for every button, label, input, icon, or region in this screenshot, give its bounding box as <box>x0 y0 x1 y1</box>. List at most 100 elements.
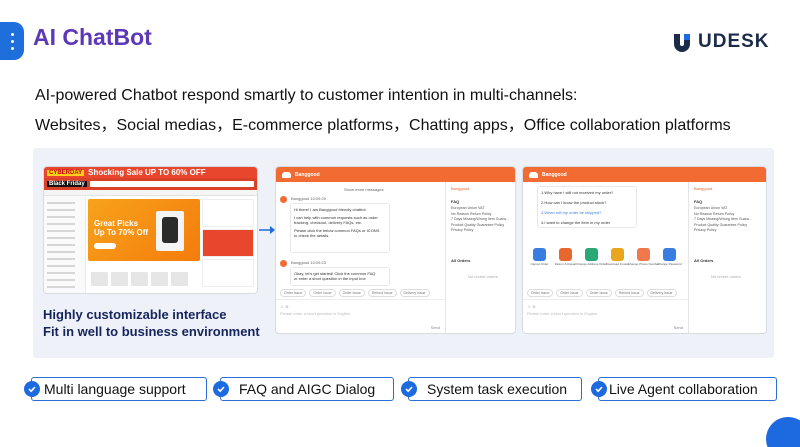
faq-question-card: 1.Why have I still not received my order… <box>537 186 637 228</box>
message-time: 10:09:20 <box>310 196 326 201</box>
faq-list: European Union VAT No Reason Return Poli… <box>451 206 509 234</box>
task-label: Return & Repair <box>554 262 577 266</box>
task-label: Cancel Order <box>530 262 549 266</box>
no-orders-text: No recent orders <box>468 274 498 279</box>
chat-conversation: Show more messages Banggood 10:09:20 Hi … <box>276 182 446 333</box>
task-label: Download Invoice <box>605 262 630 266</box>
faq-question[interactable]: 2.How can I know the product stock? <box>541 200 633 205</box>
udesk-logo: UDESK <box>672 31 770 53</box>
faq-title: FAQ <box>451 199 460 204</box>
chat-input[interactable]: ☺ ⊕ Please enter a short question in Eng… <box>523 299 688 333</box>
ecommerce-searchbar: Black Friday <box>44 178 257 190</box>
faq-item[interactable]: 7 Days Missing/Wrong Item Guara... <box>694 217 752 223</box>
ecommerce-topbar: CYBERDAY Shocking Sale UP TO 60% OFF <box>44 167 257 178</box>
cancel-order-icon <box>533 248 546 261</box>
side-panel-title: Banggood <box>694 186 713 191</box>
bot-message: Hi there! I am Banggood friendly chatbot… <box>290 203 390 253</box>
bot-avatar-icon <box>529 171 538 178</box>
faq-item[interactable]: Privacy Policy <box>451 228 509 234</box>
promo-card[interactable] <box>202 259 254 287</box>
task-label: Change Phone Number <box>627 262 660 266</box>
smiley-icon[interactable]: ☺ ⊕ <box>527 304 536 309</box>
check-circle-icon <box>591 381 607 397</box>
send-button[interactable]: Send <box>431 325 440 330</box>
message-line: Hi there! I am Banggood friendly chatbot… <box>294 207 367 212</box>
more-vertical-icon <box>10 31 14 52</box>
orders-title: All Orders <box>694 258 714 263</box>
faq-title: FAQ <box>694 199 703 204</box>
intro-line-2: Websites，Social medias，E-commerce platfo… <box>35 117 731 134</box>
return-repair-icon <box>559 248 572 261</box>
task-download-invoice[interactable]: Download Invoice <box>605 248 630 267</box>
faq-question[interactable]: 1.Why have I still not received my order… <box>541 190 633 195</box>
chat-brand: Banggood <box>295 171 320 178</box>
faq-question[interactable]: 3.When will my order be shipped? <box>541 210 633 215</box>
task-cancel-order[interactable]: Cancel Order <box>529 248 550 267</box>
bot-avatar-icon <box>280 260 287 267</box>
sale-banner-text: Shocking Sale UP TO 60% OFF <box>88 168 206 177</box>
ecommerce-search-input[interactable] <box>89 181 254 187</box>
sender-name: Banggood <box>291 196 310 201</box>
feature-label: Multi language support <box>44 381 186 397</box>
task-change-password[interactable]: Change Password <box>657 248 682 267</box>
bot-avatar-icon <box>280 196 287 203</box>
feature-faq-aigc: FAQ and AIGC Dialog <box>213 377 394 401</box>
chat-input-placeholder: Please enter a short question in English <box>527 311 598 316</box>
chat-header: Banggood <box>523 167 766 182</box>
smiley-icon[interactable]: ☺ ⊕ <box>280 304 289 309</box>
quick-reply[interactable]: Order Issue <box>527 289 554 297</box>
quick-reply[interactable]: Order Issue <box>585 289 612 297</box>
message-line: tracking, checkout, delivery FAQs, etc. <box>294 220 363 225</box>
shop-now-button[interactable] <box>94 243 116 249</box>
faq-item[interactable]: 7 Days Missing/Wrong Item Guara... <box>451 217 509 223</box>
feature-live-agent: Live Agent collaboration <box>591 377 777 401</box>
chat-input[interactable]: ☺ ⊕ Please enter a short question in Eng… <box>276 299 445 333</box>
black-friday-label: Black Friday <box>47 181 87 187</box>
category-sidebar <box>44 197 86 293</box>
task-return-repair[interactable]: Return & Repair <box>555 248 576 267</box>
task-buttons: Cancel Order Return & Repair Change Addr… <box>529 248 682 267</box>
send-button[interactable]: Send <box>674 325 683 330</box>
no-orders-text: No recent orders <box>711 274 741 279</box>
quick-reply[interactable]: Order Issue <box>309 289 336 297</box>
faq-list: European Union VAT No Reason Return Poli… <box>694 206 752 234</box>
caption-line-2: Fit in well to business environment <box>43 324 260 339</box>
promo-card[interactable] <box>202 199 254 227</box>
bot-message: Okay, let's get started! Click the commo… <box>290 267 390 286</box>
check-circle-icon <box>401 381 417 397</box>
chat-window-faq: Banggood Show more messages Banggood 10:… <box>275 166 516 334</box>
intro-line-1: AI-powered Chatbot respond smartly to cu… <box>35 87 578 104</box>
chat-conversation: 1.Why have I still not received my order… <box>523 182 689 333</box>
show-more-link[interactable]: Show more messages <box>344 187 384 192</box>
chat-side-panel: Banggood FAQ European Union VAT No Reaso… <box>446 182 515 333</box>
arrow-right-icon <box>259 226 275 234</box>
chat-header: Banggood <box>276 167 515 182</box>
quick-reply[interactable]: Delivery Issue <box>399 289 430 297</box>
feature-multi-language: Multi language support <box>24 377 207 401</box>
invoice-icon <box>611 248 624 261</box>
ecommerce-nav <box>44 190 257 196</box>
task-change-phone[interactable]: Change Phone Number <box>628 248 659 267</box>
faq-item[interactable]: Privacy Policy <box>694 228 752 234</box>
quick-reply[interactable]: Order Issue <box>556 289 583 297</box>
quick-reply[interactable]: Delivery Issue <box>646 289 677 297</box>
menu-tab[interactable] <box>0 22 24 60</box>
orders-title: All Orders <box>451 258 471 263</box>
quick-reply[interactable]: Refund Issue <box>614 289 644 297</box>
page-title: AI ChatBot <box>33 24 152 50</box>
product-image <box>156 211 184 251</box>
faq-question[interactable]: 4.I want to change the item in my order <box>541 220 633 225</box>
feature-label: Live Agent collaboration <box>609 381 758 397</box>
quick-reply[interactable]: Order Issue <box>338 289 365 297</box>
phone-icon <box>637 248 650 261</box>
task-change-address[interactable]: Change Address Order <box>576 248 607 267</box>
promo-card[interactable] <box>202 229 254 257</box>
quick-reply[interactable]: Refund Issue <box>367 289 397 297</box>
location-icon <box>585 248 598 261</box>
check-circle-icon <box>24 381 40 397</box>
quick-replies: Order Issue Order Issue Order Issue Refu… <box>280 289 430 297</box>
quick-reply[interactable]: Order Issue <box>280 289 307 297</box>
chat-input-placeholder: Please enter a short question in English <box>280 311 351 316</box>
feature-label: FAQ and AIGC Dialog <box>239 381 376 397</box>
promo-banner[interactable]: Great Picks Up To 70% Off <box>88 199 200 261</box>
